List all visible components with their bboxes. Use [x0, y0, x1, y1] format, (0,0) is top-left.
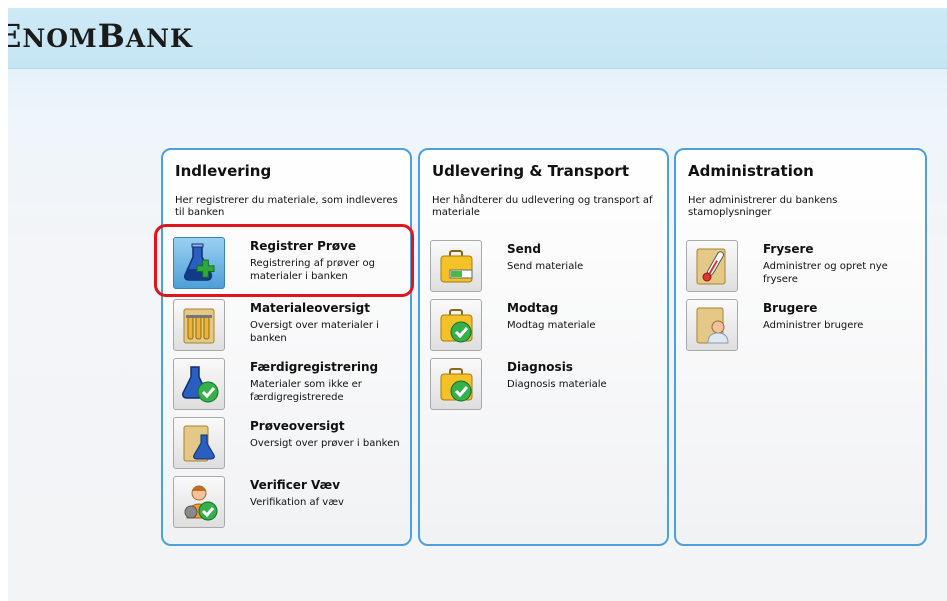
item-description: Send materiale: [507, 261, 584, 272]
item-description: Administrer og opret nye frysere: [763, 261, 888, 285]
briefcase-send-icon[interactable]: [430, 240, 482, 292]
menu-item-modtag[interactable]: Modtag Modtag materiale: [430, 299, 666, 355]
header-banner: ENOMBANK: [8, 8, 947, 69]
item-title: Brugere: [763, 301, 818, 315]
item-title: Materialeoversigt: [250, 301, 370, 315]
panel-administration: Administration Her administrerer du bank…: [674, 148, 927, 546]
item-title: Prøveoversigt: [250, 419, 345, 433]
item-title: Verificer Væv: [250, 478, 341, 492]
menu-item-diagnosis[interactable]: Diagnosis Diagnosis materiale: [430, 358, 666, 414]
item-title: Send: [507, 242, 541, 256]
item-description: Materialer som ikke er færdigregistrered…: [250, 379, 362, 403]
item-title: Diagnosis: [507, 360, 573, 374]
panel-description: Her administrerer du bankens stamoplysni…: [688, 195, 838, 218]
highlight-box: [154, 224, 414, 297]
item-description: Administrer brugere: [763, 320, 864, 331]
test-tubes-folder-icon[interactable]: [173, 299, 225, 351]
user-folder-icon[interactable]: [686, 299, 738, 351]
briefcase-check-icon[interactable]: [430, 299, 482, 351]
menu-item-send[interactable]: Send Send materiale: [430, 240, 666, 296]
panel-description: Her håndterer du udlevering og transport…: [432, 195, 653, 218]
item-description: Oversigt over prøver i banken: [250, 438, 400, 449]
briefcase-check-icon[interactable]: [430, 358, 482, 410]
menu-item-frysere[interactable]: Frysere Administrer og opret nye frysere: [686, 240, 922, 296]
user-check-icon[interactable]: [173, 476, 225, 528]
menu-item-brugere[interactable]: Brugere Administrer brugere: [686, 299, 922, 355]
menu-item-verificer-vaev[interactable]: Verificer Væv Verifikation af væv: [173, 476, 409, 532]
menu-item-faerdigregistrering[interactable]: Færdigregistrering Materialer som ikke e…: [173, 358, 409, 414]
menu-item-proveoversigt[interactable]: Prøveoversigt Oversigt over prøver i ban…: [173, 417, 409, 473]
brand-logo: ENOMBANK: [8, 17, 193, 55]
flask-check-icon[interactable]: [173, 358, 225, 410]
item-description: Diagnosis materiale: [507, 379, 607, 390]
panel-title: Administration: [688, 162, 814, 180]
panel-title: Indlevering: [175, 162, 272, 180]
panel-indlevering: Indlevering Her registrerer du materiale…: [161, 148, 412, 546]
item-description: Verifikation af væv: [250, 497, 344, 508]
folder-flask-icon[interactable]: [173, 417, 225, 469]
panel-udlevering-transport: Udlevering & Transport Her håndterer du …: [418, 148, 669, 546]
menu-item-materialeoversigt[interactable]: Materialeoversigt Oversigt over material…: [173, 299, 409, 355]
item-description: Oversigt over materialer i banken: [250, 320, 379, 344]
item-title: Færdigregistrering: [250, 360, 379, 374]
thermometer-folder-icon[interactable]: [686, 240, 738, 292]
panel-description: Her registrerer du materiale, som indlev…: [175, 195, 398, 218]
item-description: Modtag materiale: [507, 320, 596, 331]
item-title: Modtag: [507, 301, 559, 315]
panel-title: Udlevering & Transport: [432, 162, 629, 180]
item-title: Frysere: [763, 242, 814, 256]
